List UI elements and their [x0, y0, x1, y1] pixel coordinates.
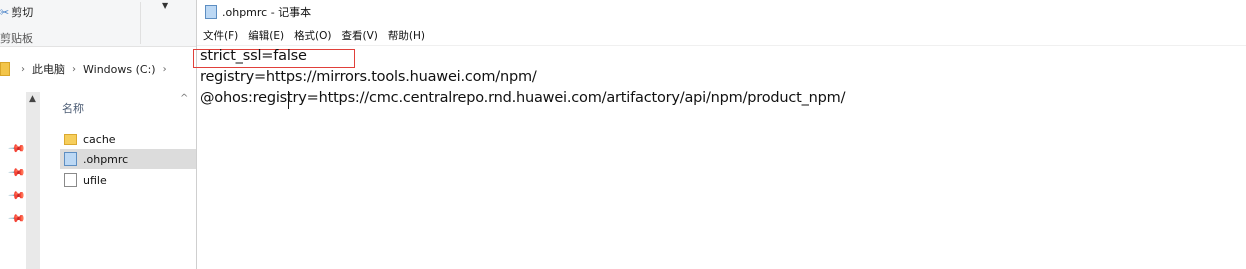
- title-bar[interactable]: .ohpmrc - 记事本: [197, 0, 1246, 24]
- list-item[interactable]: ufile: [60, 170, 196, 190]
- file-icon: [64, 173, 77, 187]
- cut-label: 剪切: [11, 6, 34, 19]
- clipboard-group-label: 剪贴板: [0, 32, 33, 45]
- chevron-right-icon: ›: [162, 63, 167, 75]
- file-name: ufile: [83, 173, 107, 187]
- pin-icon: 📌: [7, 186, 27, 205]
- menu-edit[interactable]: 编辑(E): [242, 28, 284, 43]
- window-title: .ohpmrc - 记事本: [222, 6, 312, 19]
- chevron-right-icon: ›: [72, 63, 76, 75]
- pin-icon: 📌: [7, 209, 27, 228]
- pin-icon: 📌: [7, 163, 27, 182]
- file-name: .ohpmrc: [83, 152, 129, 166]
- file-explorer-window: ✂ 剪切 剪贴板 ▼ › 此电脑 › Windows (C:) › ▲ 📌 📌 …: [0, 0, 196, 269]
- scroll-up-icon[interactable]: ▲: [29, 94, 36, 104]
- menu-file[interactable]: 文件(F): [197, 28, 238, 43]
- ribbon-divider: [140, 2, 141, 44]
- menu-bar: 文件(F) 编辑(E) 格式(O) 查看(V) 帮助(H): [197, 25, 1246, 46]
- navigation-pane: ▲ 📌 📌 📌 📌: [0, 92, 40, 269]
- breadcrumb-drive-c[interactable]: Windows (C:): [83, 63, 156, 76]
- menu-view[interactable]: 查看(V): [336, 28, 378, 43]
- menu-format[interactable]: 格式(O): [288, 28, 331, 43]
- address-bar[interactable]: › 此电脑 › Windows (C:) ›: [0, 58, 196, 80]
- text-line: @ohos:registry=https://cmc.centralrepo.r…: [200, 90, 846, 106]
- pin-icon: 📌: [7, 139, 27, 158]
- notepad-window: .ohpmrc - 记事本 文件(F) 编辑(E) 格式(O) 查看(V) 帮助…: [193, 0, 1246, 269]
- notepad-app-icon: [205, 5, 217, 19]
- list-item[interactable]: .ohpmrc: [60, 149, 196, 169]
- text-caret: [288, 91, 289, 109]
- folder-icon: [64, 134, 77, 145]
- breadcrumb-this-pc[interactable]: 此电脑: [32, 61, 65, 77]
- text-line: strict_ssl=false: [200, 48, 307, 64]
- nav-scrollbar[interactable]: [26, 92, 40, 269]
- scissors-icon: ✂: [0, 5, 10, 19]
- cut-button[interactable]: ✂ 剪切: [0, 4, 33, 20]
- notepad-file-icon: [64, 152, 77, 166]
- sort-caret-icon: ^: [180, 93, 189, 104]
- chevron-right-icon: ›: [21, 63, 25, 75]
- column-header-name[interactable]: 名称: [62, 100, 84, 116]
- file-name: cache: [83, 132, 116, 146]
- text-editor[interactable]: strict_ssl=false registry=https://mirror…: [193, 47, 1246, 269]
- ribbon: ✂ 剪切 剪贴板 ▼: [0, 0, 196, 47]
- text-line: registry=https://mirrors.tools.huawei.co…: [200, 69, 537, 85]
- menu-help[interactable]: 帮助(H): [382, 28, 425, 43]
- folder-icon: [0, 62, 10, 76]
- list-item[interactable]: cache: [60, 129, 196, 149]
- chevron-down-icon[interactable]: ▼: [162, 1, 168, 10]
